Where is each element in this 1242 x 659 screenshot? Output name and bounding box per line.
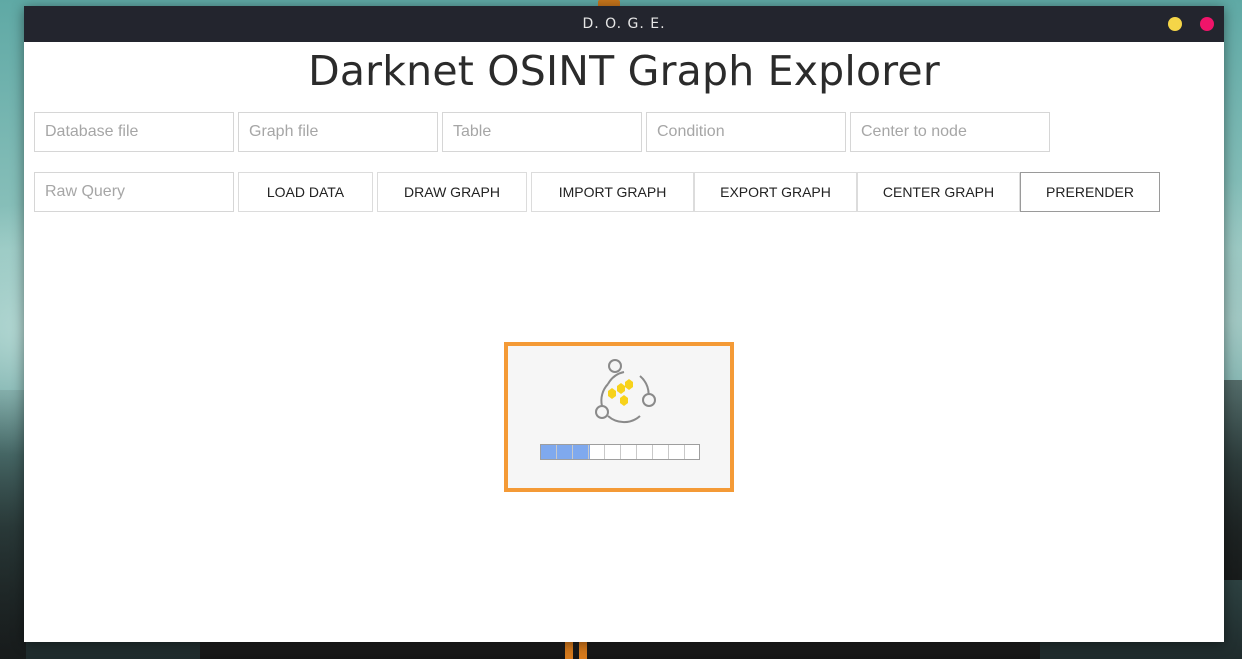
window-titlebar[interactable]: D. O. G. E. xyxy=(24,6,1224,42)
desktop-background: D. O. G. E. Darknet OSINT Graph Explorer… xyxy=(0,0,1242,659)
prerender-button[interactable]: PRERENDER xyxy=(1020,172,1160,212)
background-tree-left xyxy=(0,390,26,659)
progress-ticks xyxy=(541,445,699,459)
loading-dialog xyxy=(504,342,734,492)
condition-input[interactable] xyxy=(646,112,846,152)
page-title: Darknet OSINT Graph Explorer xyxy=(308,47,940,95)
background-tree-right xyxy=(1222,380,1242,580)
close-button[interactable] xyxy=(1200,17,1214,31)
export-graph-button[interactable]: EXPORT GRAPH xyxy=(694,172,857,212)
app-window: D. O. G. E. Darknet OSINT Graph Explorer… xyxy=(24,6,1224,642)
loading-progress-bar xyxy=(540,444,700,460)
action-row: LOAD DATA DRAW GRAPH IMPORT GRAPH EXPORT… xyxy=(34,172,1160,212)
minimize-button[interactable] xyxy=(1168,17,1182,31)
import-graph-button[interactable]: IMPORT GRAPH xyxy=(531,172,694,212)
graph-file-input[interactable] xyxy=(238,112,438,152)
table-input[interactable] xyxy=(442,112,642,152)
background-road-line xyxy=(565,639,573,659)
load-data-button[interactable]: LOAD DATA xyxy=(238,172,373,212)
graph-network-icon xyxy=(595,359,656,424)
draw-graph-button[interactable]: DRAW GRAPH xyxy=(377,172,527,212)
center-to-node-input[interactable] xyxy=(850,112,1050,152)
input-row xyxy=(34,112,1050,152)
center-graph-button[interactable]: CENTER GRAPH xyxy=(857,172,1020,212)
database-file-input[interactable] xyxy=(34,112,234,152)
raw-query-input[interactable] xyxy=(34,172,234,212)
window-title: D. O. G. E. xyxy=(582,16,666,32)
